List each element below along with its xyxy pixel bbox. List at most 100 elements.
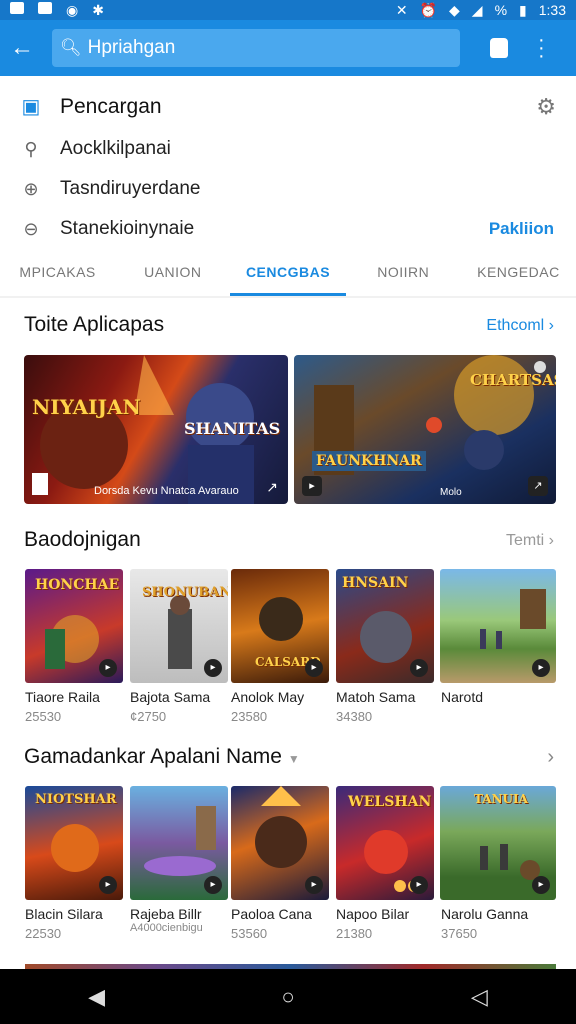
suggestion-panel: ▣ Pencargan ⚙ ⚲ Aocklkilpanai ⊕ Tasndiru…: [0, 76, 576, 296]
tile-name: Napoo Bilar: [336, 906, 410, 922]
play-icon: ▸: [99, 659, 117, 677]
clipboard-icon: ▣: [21, 96, 41, 118]
tile-name: Anolok May: [231, 689, 305, 705]
tile-subtitle: 37650: [441, 926, 478, 941]
tab-category-active[interactable]: CENCGBAS: [230, 260, 346, 296]
suggestion-header: ▣ Pencargan: [18, 94, 162, 119]
section-title: Toite Aplicapas: [24, 313, 165, 336]
notification-icon: [10, 1, 24, 14]
tile-subtitle: 21380: [336, 926, 373, 941]
record-icon: ◉: [66, 1, 79, 18]
more-options-icon[interactable]: · · ·: [538, 30, 545, 66]
app-tile[interactable]: NIOTSHAR ▸: [25, 786, 123, 900]
suggestion-action-link[interactable]: Pakliion: [489, 219, 554, 239]
status-bar: ◉ ✱ ✕ ⏰ ◆ ◢ % ▮ 1:33: [0, 0, 576, 20]
app-tile[interactable]: SHONUBAN ▸: [130, 569, 228, 683]
recents-icon[interactable]: ◁: [471, 984, 488, 1010]
app-tile[interactable]: HNSAIN ▸: [336, 569, 434, 683]
back-arrow-icon[interactable]: ←: [10, 34, 40, 62]
search-history-icon: ⊖: [23, 218, 39, 239]
search-history-icon: ⊕: [23, 178, 39, 199]
app-tile[interactable]: ▸: [130, 786, 228, 900]
suggestion-header-label: Pencargan: [60, 94, 162, 118]
gear-icon[interactable]: ⚙: [536, 94, 556, 120]
tile-subtitle: 25530: [25, 709, 62, 724]
tile-art-title: TANUIA: [474, 792, 528, 806]
section-title: Baodojnigan: [24, 528, 141, 551]
section-title-label: Gamadankar Apalani Name: [24, 745, 282, 768]
app-tile[interactable]: ▸: [440, 569, 556, 683]
featured-art-subtitle: FAUNKHNAR: [312, 451, 426, 471]
tab-category[interactable]: MPICAKAS: [0, 260, 115, 296]
home-icon[interactable]: ○: [281, 984, 294, 1010]
tile-subtitle: A4000cienbigu: [130, 922, 203, 934]
suggestion-item[interactable]: ⊕ Tasndiruyerdane: [18, 178, 200, 200]
tile-subtitle: 22530: [25, 926, 62, 941]
clock: 1:33: [538, 2, 566, 18]
app-tile[interactable]: HONCHAE ▸: [25, 569, 123, 683]
featured-app-card[interactable]: NIYAIJAN SHANITAS Dorsda Kevu Nnatca Ava…: [24, 355, 288, 504]
tile-name: Narotd: [441, 689, 484, 705]
play-icon: ▸: [305, 876, 323, 894]
tile-art-title: WELSHAN: [348, 794, 432, 810]
tile-art-title: SHONUBAN: [142, 585, 228, 600]
tile-subtitle: ¢2750: [130, 709, 167, 724]
play-icon: ▸: [532, 659, 550, 677]
app-tile[interactable]: WELSHAN ▸: [336, 786, 434, 900]
featured-art-title: NIYAIJAN: [32, 395, 141, 419]
tab-category[interactable]: KENGEDAC: [461, 260, 576, 296]
suggestion-item[interactable]: ⊖ Stanekioinynaie: [18, 218, 194, 240]
play-icon: ▸: [204, 876, 222, 894]
tab-category[interactable]: NOIIRN: [346, 260, 461, 296]
tile-subtitle: 34380: [336, 709, 373, 724]
app-tile[interactable]: TANUIA ▸: [440, 786, 556, 900]
shopping-bag-icon[interactable]: [490, 38, 508, 58]
arrow-icon: ↗: [266, 479, 278, 495]
app-tile[interactable]: CALSARD ▸: [231, 569, 329, 683]
search-icon: 🔍︎: [60, 38, 82, 57]
suggestion-label: Stanekioinynaie: [60, 218, 195, 239]
suggestion-label: Aocklkilpanai: [60, 138, 171, 159]
section-more-label: Ethcoml: [486, 317, 545, 334]
bluetooth-icon: ✕: [395, 1, 408, 18]
tile-art-title: NIOTSHAR: [35, 792, 117, 807]
tile-name: Tiaore Raila: [25, 689, 100, 705]
tile-name: Paoloa Cana: [231, 906, 312, 922]
suggestion-label: Tasndiruyerdane: [60, 178, 201, 199]
tile-name: Narolu Ganna: [441, 906, 529, 922]
featured-app-card[interactable]: CHARTSAS FAUNKHNAR Molo ▸ ↗: [294, 355, 556, 504]
chevron-right-icon: ›: [548, 317, 554, 334]
featured-caption: Dorsda Kevu Nnatca Avarauo: [94, 485, 239, 497]
chevron-right-icon: ›: [548, 532, 554, 549]
play-icon: ▸: [410, 876, 428, 894]
tile-name: Rajeba Billr: [130, 906, 202, 922]
featured-art-title: CHARTSAS: [470, 371, 556, 389]
tile-art-title: HNSAIN: [342, 575, 409, 591]
search-icon: ⚲: [24, 138, 38, 159]
dropdown-arrow-icon[interactable]: ▼: [288, 752, 300, 766]
system-nav-bar: ◀ ○ ◁: [0, 969, 576, 1024]
tile-art-title: HONCHAE: [35, 577, 120, 593]
search-query: Hpriahgan: [87, 37, 176, 58]
section-more-link[interactable]: Temti ›: [506, 532, 554, 550]
arrow-icon: ↗: [528, 476, 548, 496]
tile-name: Blacin Silara: [25, 906, 103, 922]
back-icon[interactable]: ◀: [88, 984, 105, 1010]
tab-category[interactable]: UANION: [115, 260, 230, 296]
section-more-link[interactable]: Ethcoml ›: [486, 317, 554, 335]
search-input[interactable]: 🔍︎ Hpriahgan: [52, 29, 460, 67]
notification-icon: [38, 1, 52, 14]
alarm-icon: ⏰: [419, 1, 438, 18]
chevron-right-icon[interactable]: ›: [547, 746, 554, 769]
play-icon: ▸: [99, 876, 117, 894]
rating-icon: [32, 473, 48, 495]
battery-icon: %: [494, 2, 508, 18]
play-icon: ▸: [305, 659, 323, 677]
tile-name: Bajota Sama: [130, 689, 211, 705]
badge-icon: [534, 361, 546, 373]
tile-subtitle: 23580: [231, 709, 268, 724]
app-tile[interactable]: ▸: [231, 786, 329, 900]
suggestion-item[interactable]: ⚲ Aocklkilpanai: [18, 138, 171, 160]
signal-icon: ◢: [471, 1, 483, 18]
settings-icon: ✱: [92, 1, 104, 18]
